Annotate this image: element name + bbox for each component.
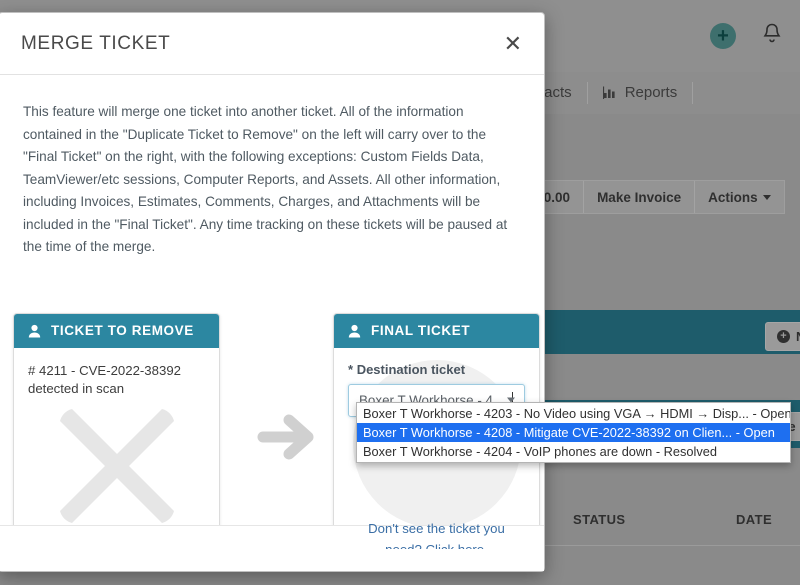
required-marker: * (348, 361, 354, 377)
user-icon-final (348, 324, 361, 338)
close-icon[interactable]: ✕ (504, 32, 522, 55)
chevron-down-icon (762, 194, 771, 200)
add-new-icon[interactable]: + (710, 22, 736, 49)
page-title: MERGE TICKET (21, 32, 171, 54)
column-header-date: DATE (736, 512, 773, 527)
nav-divider-2 (692, 82, 694, 104)
plus-icon: + (777, 330, 790, 343)
destination-ticket-dropdown[interactable]: Boxer T Workhorse - 4203 - No Video usin… (356, 402, 791, 463)
actions-dropdown-button[interactable]: Actions (695, 181, 784, 213)
top-bar-actions: + (710, 22, 782, 49)
destination-ticket-label-text: Destination ticket (356, 361, 466, 377)
final-ticket-title: FINAL TICKET (371, 323, 471, 338)
user-icon (28, 324, 41, 338)
merge-ticket-modal: MERGE TICKET ✕ This feature will merge o… (0, 12, 545, 572)
notifications-bell-icon[interactable] (762, 22, 782, 49)
ticket-not-found-link[interactable]: Don't see the ticket you need? Click her… (334, 518, 539, 549)
nav-item-reports[interactable]: Reports (588, 72, 693, 114)
x-mark-icon (42, 391, 192, 541)
destination-ticket-label: * Destination ticket (348, 362, 525, 377)
actions-label: Actions (708, 189, 758, 205)
chart-bar-icon (602, 86, 618, 100)
dropdown-option-0[interactable]: Boxer T Workhorse - 4203 - No Video usin… (357, 404, 790, 423)
screen: + tracts Reports $0.00 Make Invoice Acti… (0, 0, 800, 585)
modal-header: MERGE TICKET ✕ (0, 13, 544, 75)
dropdown-option-1[interactable]: Boxer T Workhorse - 4208 - Mitigate CVE-… (357, 423, 790, 442)
column-header-status: STATUS (573, 512, 626, 527)
nav-item-reports-label: Reports (624, 84, 678, 101)
ticket-to-remove-text: # 4211 - CVE-2022-38392 detected in scan (28, 362, 181, 396)
modal-body: This feature will merge one ticket into … (0, 75, 544, 563)
ticket-to-remove-header: TICKET TO REMOVE (14, 313, 219, 348)
ticket-to-remove-body: # 4211 - CVE-2022-38392 detected in scan (14, 348, 219, 557)
dropdown-option-2[interactable]: Boxer T Workhorse - 4204 - VoIP phones a… (357, 442, 790, 461)
final-ticket-header: FINAL TICKET (334, 313, 539, 348)
new-item-button-1[interactable]: + Ne (765, 322, 800, 351)
arrow-right-icon (255, 408, 321, 466)
ticket-to-remove-title: TICKET TO REMOVE (51, 323, 194, 338)
make-invoice-button[interactable]: Make Invoice (584, 181, 696, 213)
new-item-button-1-label: Ne (796, 329, 800, 344)
merge-description: This feature will merge one ticket into … (23, 104, 508, 254)
ticket-to-remove-card: TICKET TO REMOVE # 4211 - CVE-2022-38392… (13, 312, 220, 558)
